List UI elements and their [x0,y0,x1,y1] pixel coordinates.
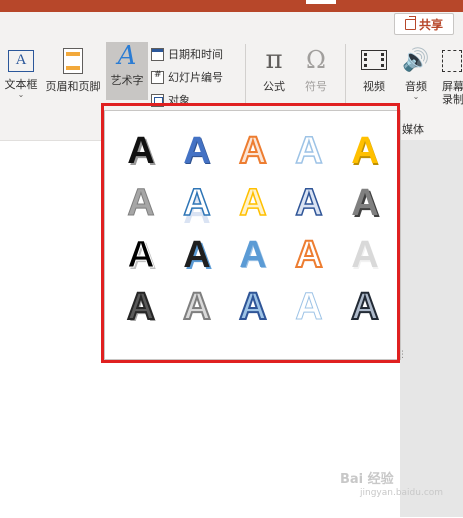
workspace-background [400,140,463,517]
date-time-button[interactable]: 日期和时间 [151,46,223,62]
title-bar [0,0,463,12]
ribbon-separator [245,44,246,104]
slide-number-icon [151,70,164,84]
film-icon [361,50,387,70]
audio-button[interactable]: 🔊 音频 ⌄ [400,48,432,101]
header-footer-button[interactable]: 页眉和页脚 [42,48,104,94]
watermark: Bai 经验 [340,472,394,487]
ribbon-separator [345,44,346,104]
wordart-style-option[interactable]: A [337,281,393,333]
video-button[interactable]: 视频 [358,50,390,94]
wordart-style-option[interactable]: A [113,177,169,229]
resize-grip-icon[interactable]: ⋮ [398,350,407,360]
share-label: 共享 [418,17,443,32]
wordart-style-option[interactable]: A [337,229,393,281]
wordart-style-option[interactable]: A [113,281,169,333]
chevron-down-icon: ⌄ [412,92,420,101]
calendar-icon [151,47,164,61]
text-box-icon: A [8,50,34,72]
chevron-down-icon: ⌄ [17,90,25,99]
wordart-style-option[interactable]: A [225,229,281,281]
wordart-style-option[interactable]: A [337,125,393,177]
screen-recording-button[interactable]: 屏幕录制 [442,50,463,106]
wordart-style-option[interactable]: A [169,281,225,333]
share-button[interactable]: 共享 [394,13,454,35]
media-group-label: 媒体 [402,123,424,136]
wordart-style-option[interactable]: A [225,281,281,333]
omega-icon: Ω [306,46,326,74]
wordart-style-option[interactable]: A [113,125,169,177]
equation-button[interactable]: π 公式 [258,46,290,94]
wordart-style-option[interactable]: A [169,229,225,281]
wordart-icon: A [117,41,137,71]
symbol-button[interactable]: Ω 符号 [300,46,332,94]
wordart-style-option[interactable]: A [113,229,169,281]
wordart-gallery: AAAAAAAAAAAAAAAAAAAA [104,110,401,360]
text-box-button[interactable]: A 文本框 ⌄ [2,50,40,99]
wordart-style-option[interactable]: A [281,125,337,177]
wordart-style-option[interactable]: A [225,177,281,229]
object-button[interactable]: 对象 [151,92,190,108]
wordart-style-option[interactable]: A [281,177,337,229]
slide-number-button[interactable]: 幻灯片编号 [151,69,223,85]
watermark-url: jingyan.baidu.com [360,488,444,498]
wordart-style-option[interactable]: A [281,229,337,281]
screen-recording-icon [442,50,462,72]
wordart-style-option[interactable]: A [169,125,225,177]
wordart-style-option[interactable]: A [337,177,393,229]
wordart-style-option[interactable]: A [169,177,225,229]
wordart-style-grid: AAAAAAAAAAAAAAAAAAAA [113,125,393,333]
object-icon [151,93,164,107]
wordart-style-option[interactable]: A [281,281,337,333]
wordart-style-option[interactable]: A [225,125,281,177]
pi-icon: π [265,45,283,75]
wordart-button[interactable]: A 艺术字 [106,42,148,100]
header-footer-icon [63,48,83,74]
share-icon [404,18,416,30]
speaker-icon: 🔊 [402,48,430,73]
